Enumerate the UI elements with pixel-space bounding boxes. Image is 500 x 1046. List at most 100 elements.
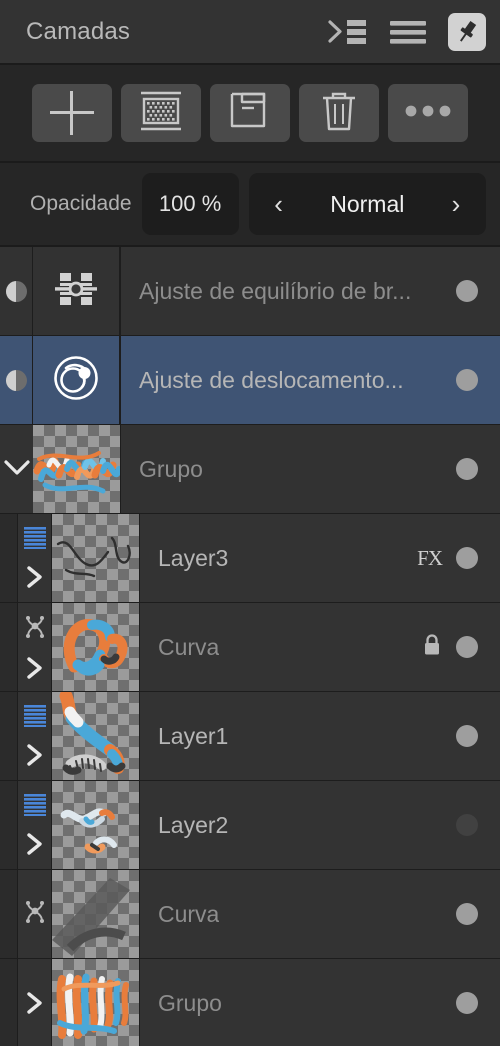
layer-indent-strip — [0, 781, 18, 869]
layer-icon-column[interactable] — [18, 603, 52, 691]
layer-indent-strip — [0, 692, 18, 780]
layer-type-icon-cell[interactable] — [33, 247, 120, 335]
adjustment-indicator[interactable] — [0, 336, 33, 424]
half-circle-icon — [5, 369, 27, 391]
layer-label-cell[interactable]: Layer2 — [139, 781, 500, 869]
blend-next-button[interactable]: › — [444, 191, 468, 217]
page-title: Camadas — [26, 17, 131, 45]
layer-name: Ajuste de deslocamento... — [139, 366, 404, 393]
layer-thumbnail[interactable] — [52, 603, 139, 691]
layer-badges — [456, 903, 478, 925]
layer-label-cell[interactable]: Curva — [139, 603, 500, 691]
layer-label-cell[interactable]: Grupo — [139, 959, 500, 1046]
layer-icon-column[interactable] — [18, 692, 52, 780]
chevron-right-icon[interactable] — [24, 655, 46, 681]
shift-adjustment-icon — [51, 353, 101, 408]
layer-badges — [422, 633, 478, 662]
layer-badges — [456, 458, 478, 480]
more-options-button[interactable] — [388, 84, 468, 142]
layer-row[interactable]: Curva — [0, 870, 500, 959]
pixel-layer-icon — [23, 793, 46, 821]
lock-icon[interactable] — [422, 633, 442, 662]
layer-name: Layer3 — [158, 544, 229, 571]
layer-thumbnail[interactable] — [33, 425, 120, 513]
layer-thumbnail[interactable] — [52, 781, 139, 869]
chevron-right-icon[interactable] — [24, 742, 46, 768]
plus-icon — [50, 91, 94, 135]
menu-icon[interactable] — [390, 19, 426, 45]
visibility-toggle[interactable] — [456, 369, 478, 391]
layer-row[interactable]: Layer2 — [0, 781, 500, 870]
layer-thumbnail[interactable] — [52, 870, 139, 958]
layer-icon-column[interactable] — [18, 870, 52, 958]
layer-thumbnail[interactable] — [52, 514, 139, 602]
duplicate-layer-button[interactable] — [210, 84, 290, 142]
layers-panel: Camadas Opacidade 100 % ‹ Normal › Ajust… — [0, 0, 500, 1046]
pin-icon[interactable] — [448, 12, 486, 51]
layer-name: Layer2 — [158, 811, 229, 838]
delete-layer-button[interactable] — [299, 84, 379, 142]
add-layer-button[interactable] — [32, 84, 112, 142]
titlebar-actions — [328, 12, 486, 51]
layer-thumbnail[interactable] — [52, 692, 139, 780]
layer-row[interactable]: Layer1 — [0, 692, 500, 781]
chevron-down-icon — [2, 456, 32, 483]
visibility-toggle[interactable] — [456, 458, 478, 480]
layer-row[interactable]: Grupo — [0, 425, 500, 514]
opacity-value-field[interactable]: 100 % — [141, 173, 239, 235]
layer-name: Layer1 — [158, 722, 229, 749]
layer-indent-strip — [0, 603, 18, 691]
curve-icon — [23, 614, 47, 645]
visibility-toggle[interactable] — [456, 280, 478, 302]
layer-badges — [456, 814, 478, 836]
layer-label-cell[interactable]: Curva — [139, 870, 500, 958]
layer-name: Grupo — [158, 989, 222, 1016]
mask-icon — [138, 89, 184, 138]
blend-mode-selector[interactable]: ‹ Normal › — [248, 173, 486, 235]
layer-row[interactable]: Grupo — [0, 959, 500, 1046]
layer-badges: FX — [417, 546, 478, 571]
layer-list[interactable]: Ajuste de equilíbrio de br... Ajuste de d… — [0, 247, 500, 1046]
layer-label-cell[interactable]: Layer1 — [139, 692, 500, 780]
blend-mode-value: Normal — [330, 190, 405, 217]
visibility-toggle[interactable] — [456, 636, 478, 658]
layer-label-cell[interactable]: Ajuste de deslocamento... — [120, 336, 500, 424]
layer-label-cell[interactable]: Grupo — [120, 425, 500, 513]
chevron-right-icon[interactable] — [24, 831, 46, 857]
indent-list-icon[interactable] — [328, 17, 368, 47]
mask-layer-button[interactable] — [121, 84, 201, 142]
layer-row[interactable]: Ajuste de equilíbrio de br... — [0, 247, 500, 336]
layer-row[interactable]: Curva — [0, 603, 500, 692]
trash-icon — [320, 89, 358, 138]
chevron-right-icon[interactable] — [24, 564, 46, 590]
opacity-label: Opacidade — [30, 192, 132, 215]
layer-toolbar — [0, 65, 500, 163]
layer-indent-strip — [0, 514, 18, 602]
visibility-toggle[interactable] — [456, 992, 478, 1014]
layer-type-icon-cell[interactable] — [33, 336, 120, 424]
layer-indent-strip — [0, 870, 18, 958]
layer-label-cell[interactable]: Layer3 FX — [139, 514, 500, 602]
visibility-toggle[interactable] — [456, 814, 478, 836]
layer-icon-column[interactable] — [18, 514, 52, 602]
chevron-right-icon[interactable] — [24, 990, 46, 1016]
layer-badges — [456, 725, 478, 747]
visibility-toggle[interactable] — [456, 725, 478, 747]
pixel-layer-icon — [23, 526, 46, 554]
layer-badges — [456, 280, 478, 302]
layer-indent-strip — [0, 959, 18, 1046]
fx-badge-icon[interactable]: FX — [417, 546, 443, 571]
layer-row[interactable]: Ajuste de deslocamento... — [0, 336, 500, 425]
visibility-toggle[interactable] — [456, 547, 478, 569]
layer-thumbnail[interactable] — [52, 959, 139, 1046]
layer-row[interactable]: Layer3 FX — [0, 514, 500, 603]
layer-icon-column[interactable] — [18, 781, 52, 869]
adjustment-indicator[interactable] — [0, 247, 33, 335]
visibility-toggle[interactable] — [456, 903, 478, 925]
layer-icon-column[interactable] — [18, 959, 52, 1046]
group-expand-toggle[interactable] — [0, 425, 33, 513]
layer-label-cell[interactable]: Ajuste de equilíbrio de br... — [120, 247, 500, 335]
blend-prev-button[interactable]: ‹ — [267, 191, 291, 217]
curve-icon — [23, 899, 47, 930]
layer-badges — [456, 369, 478, 391]
